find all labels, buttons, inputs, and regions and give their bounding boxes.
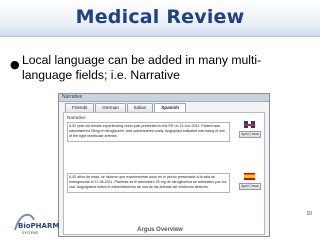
narrative-screenshot: Narrative Friends German Italian Spanish… <box>58 93 270 237</box>
biopharm-logo: BioPHARM SYSTEMS <box>10 208 70 238</box>
narrative-spanish-field[interactable]: A 52 años de edad, se hicieron que exper… <box>67 173 230 193</box>
language-tabs: Friends German Italian Spanish <box>65 103 187 112</box>
narrative-english-field[interactable]: A 52 year old female experiencing chest … <box>67 122 230 142</box>
uk-flag-icon <box>244 121 255 128</box>
tab-spanish[interactable]: Spanish <box>154 103 187 112</box>
bullet-marker: ● <box>10 58 20 71</box>
page-number: 10 <box>306 211 312 217</box>
tab-friends[interactable]: Friends <box>65 103 95 112</box>
slide-title: Medical Review <box>75 6 245 28</box>
narrative-label: Narrative <box>67 115 86 120</box>
panel-header: Narrative <box>59 94 269 102</box>
slide-footer: Argus Overview <box>137 227 183 233</box>
tab-german[interactable]: German <box>95 103 126 112</box>
bullet-text: Local language can be added in many mult… <box>22 53 262 82</box>
narrative-content: Narrative A 52 year old female experienc… <box>63 112 265 235</box>
spell-check-button-english[interactable]: Spell Check <box>239 131 261 138</box>
spain-flag-icon <box>244 173 255 180</box>
spell-check-button-spanish[interactable]: Spell Check <box>239 183 261 190</box>
tab-italian[interactable]: Italian <box>126 103 154 112</box>
